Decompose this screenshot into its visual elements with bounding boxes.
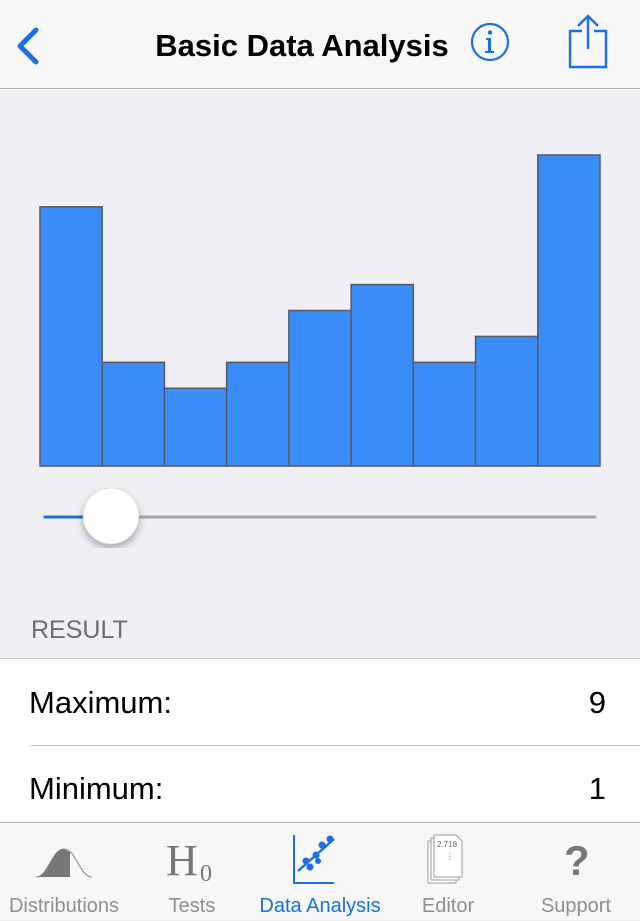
histogram-bar — [412, 361, 477, 467]
tab-support[interactable]: ? Support — [512, 823, 640, 921]
svg-text:⋮: ⋮ — [446, 852, 454, 861]
svg-text:H: H — [166, 836, 198, 885]
tab-label: Support — [540, 895, 612, 917]
bell-curve-icon — [35, 848, 93, 878]
histogram-bar — [39, 206, 103, 467]
bin-slider[interactable] — [30, 488, 610, 548]
histogram-bar — [101, 361, 166, 467]
histogram-bar — [225, 361, 290, 467]
tab-tests[interactable]: H0 Tests — [128, 823, 256, 921]
info-icon[interactable] — [470, 22, 510, 62]
tab-editor[interactable]: 2.718 ⋮ Editor — [384, 823, 512, 921]
histogram-bar — [288, 309, 352, 467]
hypothesis-icon: H0 — [166, 836, 212, 885]
result-row-maximum: Maximum: 9 — [0, 658, 640, 745]
tab-label: Data Analysis — [259, 895, 381, 917]
row-value: 1 — [588, 771, 606, 806]
tab-bar: Distributions H0 Tests Data Analysis 2.7… — [0, 822, 640, 920]
svg-text:2.718: 2.718 — [437, 840, 458, 849]
result-row-minimum: Minimum: 1 — [0, 745, 640, 822]
question-mark-icon: ? — [564, 837, 590, 884]
tab-label: Tests — [168, 895, 216, 917]
tab-distributions[interactable]: Distributions — [0, 823, 128, 921]
share-icon[interactable] — [566, 14, 610, 70]
histogram-bar — [350, 283, 415, 467]
tab-label: Editor — [421, 895, 475, 917]
scatter-plot-icon — [293, 835, 335, 884]
row-value: 9 — [588, 685, 606, 720]
navigation-bar: Basic Data Analysis — [0, 0, 640, 89]
result-section-header: RESULT — [31, 616, 128, 644]
tab-data-analysis[interactable]: Data Analysis — [256, 823, 384, 921]
histogram-chart — [39, 154, 601, 467]
slider-thumb[interactable] — [82, 488, 140, 545]
histogram-bar — [537, 154, 601, 467]
row-divider — [30, 745, 640, 746]
tab-label: Distributions — [8, 895, 120, 917]
svg-text:?: ? — [564, 837, 590, 884]
row-label: Minimum: — [29, 771, 164, 806]
document-stack-icon: 2.718 ⋮ — [427, 834, 463, 884]
svg-text:0: 0 — [200, 861, 212, 885]
row-label: Maximum: — [29, 685, 172, 720]
histogram-bar — [474, 335, 539, 467]
page-title: Basic Data Analysis — [155, 28, 449, 63]
histogram-bar — [163, 387, 228, 467]
